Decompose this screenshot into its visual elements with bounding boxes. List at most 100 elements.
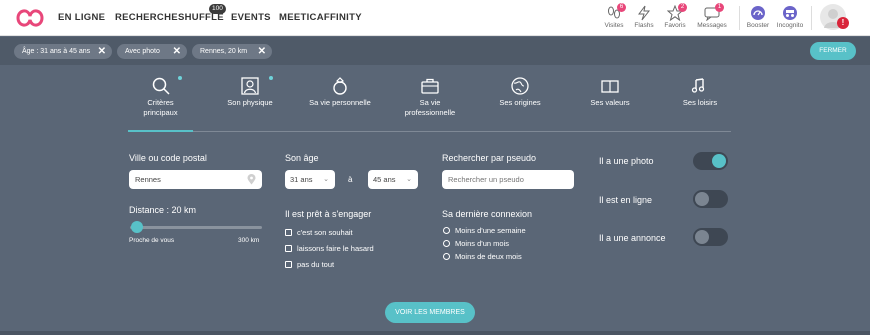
age-separator: à: [348, 175, 353, 184]
distance-min-label: Proche de vous: [129, 237, 175, 244]
distance-label: Distance : 20 km: [129, 205, 197, 215]
tab-label: Son physique: [227, 98, 273, 107]
favoris-button[interactable]: Favoris 2: [657, 3, 693, 33]
last-connection-label: Sa dernière connexion: [442, 209, 533, 219]
see-members-button[interactable]: VOIR LES MEMBRES: [385, 302, 475, 323]
checkbox[interactable]: [285, 245, 292, 252]
tab-label: Critères principaux: [143, 98, 178, 117]
briefcase-icon: [421, 78, 439, 94]
online-toggle-label: Il est en ligne: [599, 195, 653, 205]
last-connection-two-months[interactable]: Moins de deux mois: [443, 252, 522, 261]
age-max-value: 45 ans: [373, 175, 396, 184]
photo-toggle-label: Il a une photo: [599, 156, 654, 166]
chevron-down-icon: ⌄: [323, 176, 329, 183]
option-label: c'est son souhait: [297, 228, 353, 237]
radio-button[interactable]: [443, 240, 450, 247]
radio-button[interactable]: [443, 227, 450, 234]
filter-chip-label: Avec photo: [125, 48, 160, 55]
option-label: pas du tout: [297, 260, 335, 269]
location-pin-icon: [247, 174, 256, 185]
photo-toggle[interactable]: [693, 152, 728, 170]
tab-origines[interactable]: Ses origines: [490, 76, 550, 108]
avatar-alert-badge: !: [837, 17, 849, 29]
tab-son-physique[interactable]: Son physique: [220, 76, 280, 108]
tab-loisirs[interactable]: Ses loisirs: [672, 76, 728, 108]
last-connection-month[interactable]: Moins d'un mois: [443, 239, 509, 248]
meetic-logo[interactable]: [14, 6, 46, 30]
close-button[interactable]: FERMER: [810, 42, 856, 60]
toggle-knob: [712, 154, 726, 168]
active-filters-bar: Âge : 31 ans à 45 ans ✕ Avec photo ✕ Ren…: [0, 37, 870, 65]
nav-events[interactable]: EVENTS: [231, 12, 271, 23]
booster-label: Booster: [746, 22, 770, 29]
engage-option-hasard[interactable]: laissons faire le hasard: [285, 244, 374, 253]
incognito-button[interactable]: Incognito: [772, 3, 808, 33]
chevron-down-icon: ⌄: [406, 176, 412, 183]
filter-chip-label: Âge : 31 ans à 45 ans: [22, 48, 91, 55]
booster-button[interactable]: Booster: [740, 3, 776, 33]
toggle-knob: [695, 230, 709, 244]
lightning-icon: [638, 5, 651, 21]
pseudo-search-input[interactable]: [442, 170, 574, 189]
checkbox[interactable]: [285, 261, 292, 268]
globe-icon: [511, 77, 529, 95]
tab-criteres-principaux[interactable]: Critères principaux: [132, 76, 189, 118]
online-toggle[interactable]: [693, 190, 728, 208]
messages-label: Messages: [697, 22, 727, 29]
distance-slider-handle[interactable]: [131, 221, 143, 233]
book-icon: [601, 80, 619, 93]
engage-option-souhait[interactable]: c'est son souhait: [285, 228, 353, 237]
close-icon[interactable]: ✕: [173, 44, 181, 59]
age-max-select[interactable]: 45 ans ⌄: [368, 170, 418, 189]
option-label: Moins d'un mois: [455, 239, 509, 248]
age-min-value: 31 ans: [290, 175, 313, 184]
radio-button[interactable]: [443, 253, 450, 260]
option-label: Moins d'une semaine: [455, 226, 526, 235]
active-tab-indicator: [128, 130, 193, 132]
annonce-toggle[interactable]: [693, 228, 728, 246]
age-min-select[interactable]: 31 ans ⌄: [285, 170, 335, 189]
search-icon: [152, 77, 170, 95]
nav-recherche[interactable]: RECHERCHE: [115, 12, 178, 23]
filter-chip-photo[interactable]: Avec photo ✕: [117, 44, 187, 59]
checkbox[interactable]: [285, 229, 292, 236]
last-connection-week[interactable]: Moins d'une semaine: [443, 226, 526, 235]
close-icon[interactable]: ✕: [98, 44, 106, 59]
tab-vie-professionnelle[interactable]: Sa vie professionnelle: [398, 76, 462, 118]
incognito-icon: [783, 6, 797, 20]
annonce-toggle-label: Il a une annonce: [599, 233, 666, 243]
favoris-label: Favoris: [664, 22, 686, 29]
incognito-label: Incognito: [776, 22, 804, 29]
tab-label: Ses loisirs: [682, 98, 718, 107]
city-input[interactable]: Rennes: [129, 170, 262, 189]
city-value: Rennes: [135, 175, 161, 184]
gauge-icon: [751, 6, 765, 20]
filter-chip-location[interactable]: Rennes, 20 km ✕: [192, 44, 272, 59]
messages-button[interactable]: Messages 1: [694, 3, 730, 33]
tab-label: Ses valeurs: [590, 98, 630, 107]
top-navigation: EN LIGNE RECHERCHE SHUFFLE 100 EVENTS ME…: [0, 0, 870, 36]
tab-label: Sa vie professionnelle: [404, 98, 456, 117]
bottom-edge: [0, 331, 870, 335]
tab-valeurs[interactable]: Ses valeurs: [582, 76, 638, 108]
filter-chip-age[interactable]: Âge : 31 ans à 45 ans ✕: [14, 44, 112, 59]
distance-slider-track[interactable]: [130, 226, 262, 229]
ring-icon: [333, 77, 347, 95]
tabs-divider: [128, 131, 731, 132]
option-label: laissons faire le hasard: [297, 244, 374, 253]
engage-option-pas-du-tout[interactable]: pas du tout: [285, 260, 334, 269]
music-icon: [691, 78, 705, 93]
visites-badge: 6: [617, 3, 626, 12]
engage-label: Il est prêt à s'engager: [285, 209, 372, 219]
nav-en-ligne[interactable]: EN LIGNE: [58, 12, 105, 23]
favoris-badge: 2: [678, 3, 687, 12]
close-icon[interactable]: ✕: [258, 44, 266, 59]
age-label: Son âge: [285, 153, 319, 163]
filter-chip-label: Rennes, 20 km: [200, 48, 248, 55]
tab-vie-personnelle[interactable]: Sa vie personnelle: [308, 76, 372, 108]
messages-badge: 1: [715, 3, 724, 12]
toolbar-divider: [811, 6, 812, 30]
city-label: Ville ou code postal: [129, 153, 207, 163]
option-label: Moins de deux mois: [455, 252, 522, 261]
nav-meeticaffinity[interactable]: MEETICAFFINITY: [279, 12, 362, 23]
